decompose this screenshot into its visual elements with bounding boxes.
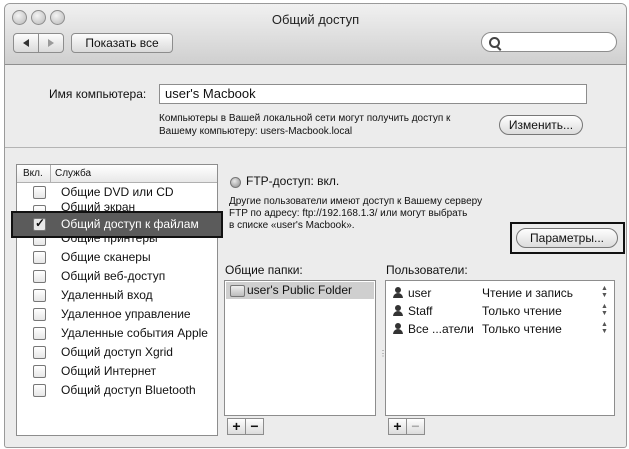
service-label: Общий доступ Bluetooth [61,383,196,397]
service-row-remote-login[interactable]: Удаленный вход [17,286,217,305]
updown-arrows-icon[interactable]: ▲ ▼ [601,303,608,317]
section-divider [5,147,626,148]
folder-icon [230,285,245,297]
back-button[interactable] [13,33,39,53]
permission-popup[interactable]: Только чтение [482,322,562,336]
remove-folder-button[interactable]: − [245,418,264,435]
services-list: Вкл. Служба Общие DVD или CD Общий экран… [11,164,223,436]
list-item[interactable]: user's Public Folder [226,282,374,299]
service-checkbox[interactable] [33,384,46,397]
service-checkbox-checked[interactable]: ✓ [33,216,46,231]
updown-arrows-icon[interactable]: ▲ ▼ [601,321,608,335]
show-all-button[interactable]: Показать все [71,33,173,53]
users-header: Пользователи: [386,263,468,277]
window-title: Общий доступ [271,12,360,27]
user-name: user [408,286,432,300]
checkmark-icon: ✓ [35,216,46,230]
service-row-scanners[interactable]: Общие сканеры [17,248,217,267]
service-row-bluetooth[interactable]: Общий доступ Bluetooth [17,381,217,400]
service-label: Общий веб-доступ [61,269,166,283]
user-row[interactable]: Все ...атели Только чтение ▲ ▼ [386,320,614,338]
service-label: Общие сканеры [61,250,151,264]
users-list: user Чтение и запись ▲ ▼ Staff Только чте… [385,280,615,416]
service-row-apple-events[interactable]: Удаленные события Apple [17,324,217,343]
service-row-internet[interactable]: Общий Интернет [17,362,217,381]
add-user-button[interactable]: + [388,418,407,435]
service-label: Общий экран [61,202,136,211]
service-checkbox[interactable] [33,346,46,359]
updown-arrows-icon[interactable]: ▲ ▼ [601,285,608,299]
service-row-xgrid[interactable]: Общий доступ Xgrid [17,343,217,362]
search-icon [489,37,500,48]
service-label: Общие DVD или CD [61,185,174,199]
status-indicator-icon [230,177,241,188]
parameters-button[interactable]: Параметры... [516,228,618,248]
computer-name-field[interactable]: user's Macbook [159,84,587,104]
computer-note-line1: Компьютеры в Вашей локальной сети могут … [159,113,451,124]
service-label: Удаленные события Apple [61,326,208,340]
permission-popup[interactable]: Только чтение [482,304,562,318]
user-name: Staff [408,304,433,318]
folder-name: user's Public Folder [247,283,352,297]
sharing-window: Общий доступ Показать все Имя компьютера… [4,3,627,448]
ftp-status: FTP-доступ: вкл. [246,174,340,188]
header-service: Служба [50,165,91,182]
service-checkbox[interactable] [33,289,46,302]
service-checkbox[interactable] [33,308,46,321]
search-field[interactable] [481,32,617,52]
header-on: Вкл. [23,168,43,179]
add-folder-button[interactable]: + [227,418,246,435]
group-icon [392,305,404,316]
service-row-web[interactable]: Общий веб-доступ [17,267,217,286]
service-checkbox[interactable] [33,270,46,283]
service-checkbox[interactable] [33,327,46,340]
shared-folders-list: user's Public Folder [224,280,376,416]
service-row-printers[interactable]: Общие принтеры [17,238,217,248]
service-checkbox[interactable] [33,251,46,264]
service-row-screen[interactable]: Общий экран [17,202,217,211]
permission-popup[interactable]: Чтение и запись [482,286,573,300]
service-label: Общий Интернет [61,364,157,378]
back-arrow-icon [23,39,29,47]
user-icon [392,287,404,298]
service-label: Общий доступ Xgrid [61,345,173,359]
remove-user-button[interactable]: − [406,418,425,435]
service-label: Удаленное управление [61,307,191,321]
service-label: Общие принтеры [61,238,158,245]
ftp-desc-line3: в списке «user's Macbook». [229,220,355,231]
everyone-icon [392,323,404,334]
service-checkbox[interactable] [33,186,46,199]
computer-name-label: Имя компьютера: [49,87,147,101]
computer-note-line2: Вашему компьютеру: users-Macbook.local [159,126,353,137]
service-label: Общий доступ к файлам [61,217,199,231]
forward-arrow-icon [48,39,54,47]
change-button[interactable]: Изменить... [499,115,583,135]
forward-button[interactable] [38,33,64,53]
service-row-dvd[interactable]: Общие DVD или CD [17,183,217,202]
services-header: Вкл. Служба [17,165,217,183]
service-row-remote-management[interactable]: Удаленное управление [17,305,217,324]
user-name: Все ...атели [408,322,474,336]
shared-folders-header: Общие папки: [225,263,303,277]
title-bar: Общий доступ Показать все [5,4,626,65]
service-row-file-sharing[interactable]: ✓ Общий доступ к файлам [11,211,223,238]
service-checkbox[interactable] [33,238,46,246]
service-checkbox[interactable] [33,365,46,378]
service-label: Удаленный вход [61,288,153,302]
user-row[interactable]: Staff Только чтение ▲ ▼ [386,302,614,320]
user-row[interactable]: user Чтение и запись ▲ ▼ [386,284,614,302]
